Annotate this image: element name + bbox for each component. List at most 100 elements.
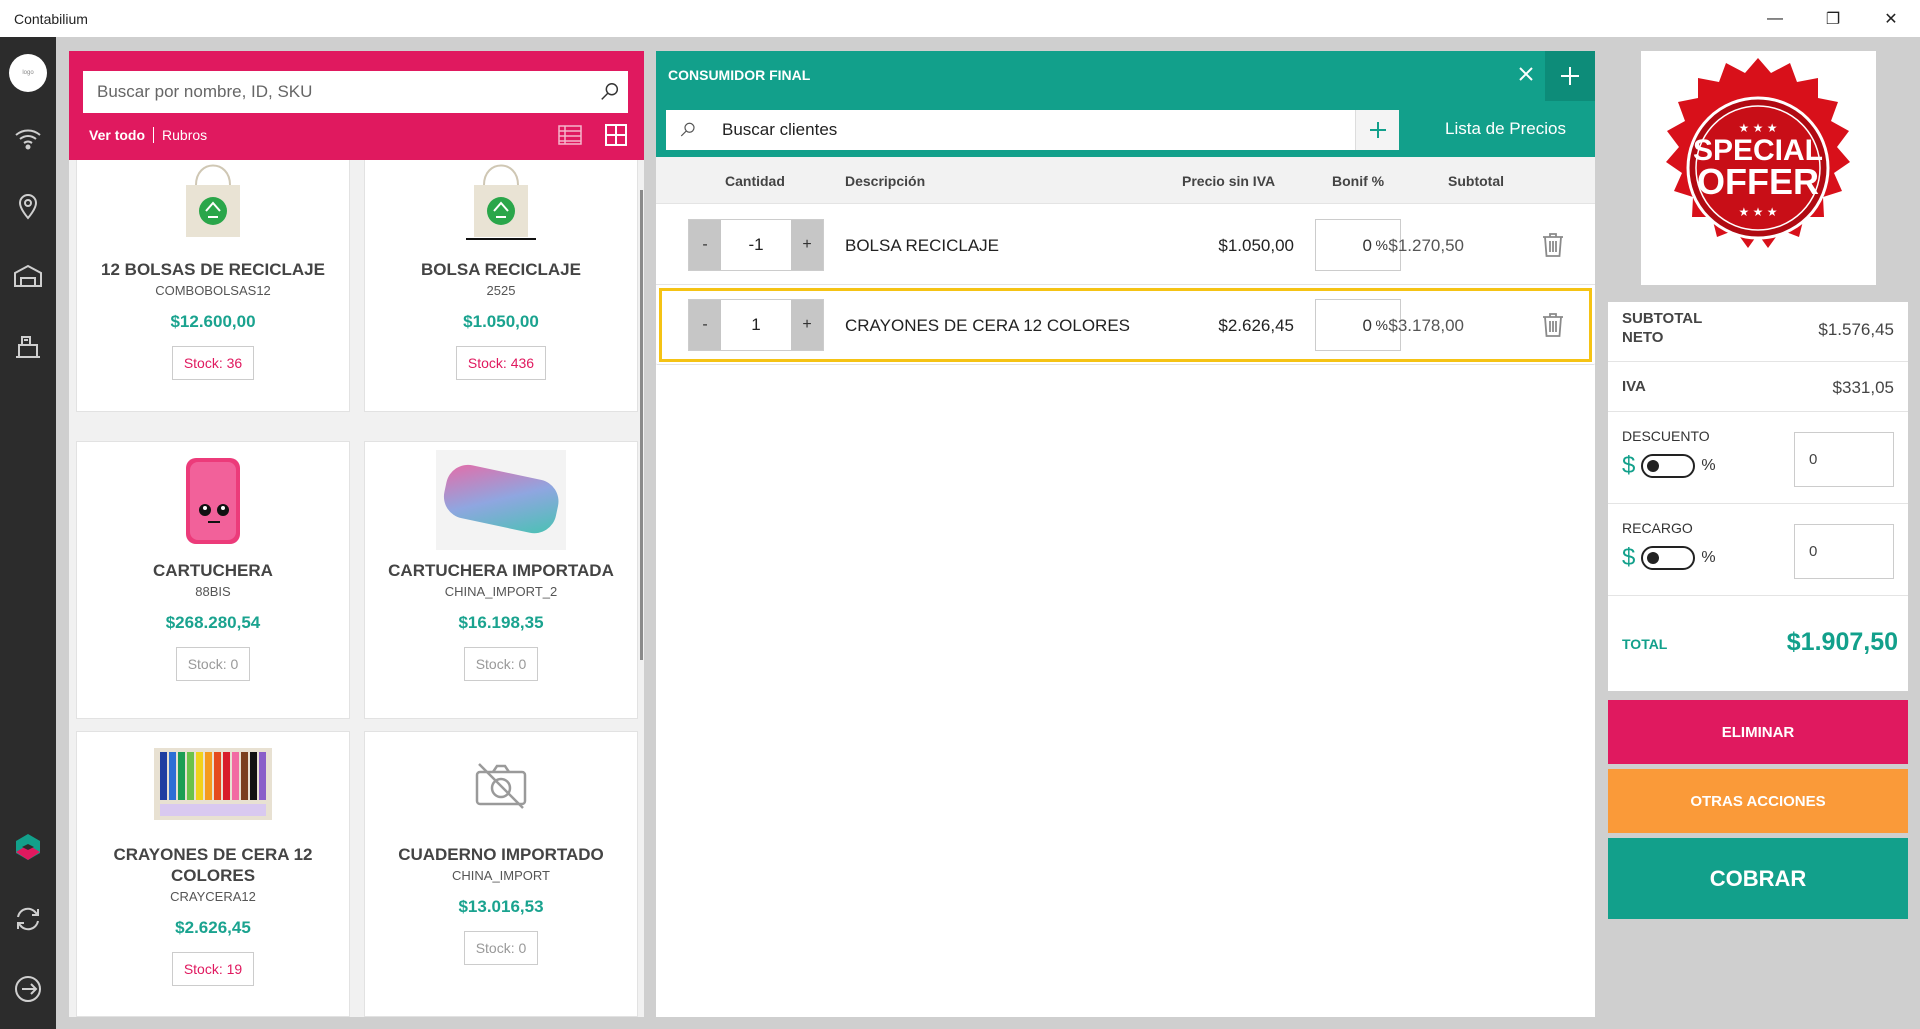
trash-icon[interactable] xyxy=(1541,312,1565,338)
discount-type-toggle[interactable]: $ % xyxy=(1622,452,1716,480)
minimize-button[interactable]: — xyxy=(1746,0,1804,37)
product-name: BOLSA RECICLAJE xyxy=(421,260,581,279)
trash-icon[interactable] xyxy=(1541,232,1565,258)
delete-sale-button[interactable]: ELIMINAR xyxy=(1608,700,1908,764)
product-card[interactable]: CARTUCHERA 88BIS $268.280,54 Stock: 0 xyxy=(76,441,350,719)
iva-row: IVA $331,05 xyxy=(1608,362,1908,412)
list-view-icon[interactable] xyxy=(558,123,582,152)
decrease-qty-button[interactable]: - xyxy=(689,220,721,270)
product-sku: CRAYCERA12 xyxy=(170,889,256,904)
global-discount-input[interactable]: 0 xyxy=(1794,432,1894,487)
order-table-header: Cantidad Descripción Precio sin IVA Boni… xyxy=(656,157,1595,204)
column-qty: Cantidad xyxy=(725,173,785,189)
client-search-input[interactable]: Buscar clientes xyxy=(666,110,1399,150)
avatar[interactable]: logo xyxy=(9,54,47,92)
left-rail: logo xyxy=(0,37,56,1029)
product-card[interactable]: CRAYONES DE CERA 12 COLORES CRAYCERA12 $… xyxy=(76,731,350,1017)
product-name: CARTUCHERA xyxy=(153,561,273,580)
totals-panel: SUBTOTAL NETO $1.576,45 IVA $331,05 DESC… xyxy=(1608,302,1908,691)
star-icon: ★ ★ ★ xyxy=(1739,121,1778,135)
order-header: CONSUMIDOR FINAL Buscar clientes Lista d… xyxy=(656,51,1595,157)
avatar-logo-text: logo xyxy=(22,70,34,76)
discount-switch[interactable] xyxy=(1641,454,1696,478)
clear-customer-button[interactable] xyxy=(1511,59,1541,89)
product-grid-scrollbar[interactable] xyxy=(640,190,643,660)
percent-symbol: % xyxy=(1701,549,1716,566)
total-value: $1.907,50 xyxy=(1786,628,1898,656)
product-card[interactable]: BOLSA RECICLAJE 2525 $1.050,00 Stock: 43… xyxy=(364,160,638,412)
other-actions-button[interactable]: OTRAS ACCIONES xyxy=(1608,769,1908,833)
surcharge-switch[interactable] xyxy=(1641,546,1696,570)
app-logo-icon xyxy=(12,831,44,863)
percent-symbol: % xyxy=(1375,237,1388,253)
product-card[interactable]: CARTUCHERA IMPORTADA CHINA_IMPORT_2 $16.… xyxy=(364,441,638,719)
product-price: $12.600,00 xyxy=(170,312,256,331)
item-description: BOLSA RECICLAJE xyxy=(845,236,1000,255)
add-customer-button[interactable] xyxy=(1545,51,1595,101)
search-icon xyxy=(666,121,710,139)
wifi-icon[interactable] xyxy=(12,123,44,155)
increase-qty-button[interactable]: + xyxy=(791,300,823,350)
product-name: CUADERNO IMPORTADO xyxy=(398,845,604,864)
price-list-button[interactable]: Lista de Precios xyxy=(1445,119,1566,139)
item-price: $2.626,45 xyxy=(1218,316,1294,335)
total-label: TOTAL xyxy=(1622,636,1668,652)
percent-symbol: % xyxy=(1701,457,1716,474)
product-stock: Stock: 36 xyxy=(171,346,255,380)
subtotal-label: SUBTOTAL NETO xyxy=(1622,310,1703,346)
product-grid: 12 BOLSAS DE RECICLAJE COMBOBOLSAS12 $12… xyxy=(69,160,644,1017)
star-icon: ★ ★ ★ xyxy=(1739,205,1778,219)
surcharge-row: RECARGO $ % 0 xyxy=(1608,504,1908,596)
increase-qty-button[interactable]: + xyxy=(791,220,823,270)
iva-value: $331,05 xyxy=(1832,378,1894,397)
product-stock: Stock: 436 xyxy=(455,346,547,380)
item-price: $1.050,00 xyxy=(1218,236,1294,255)
search-icon[interactable] xyxy=(592,74,628,110)
close-window-button[interactable]: ✕ xyxy=(1862,0,1920,37)
recycle-bag-image xyxy=(436,160,566,245)
product-card[interactable]: CUADERNO IMPORTADO CHINA_IMPORT $13.016,… xyxy=(364,731,638,1017)
product-search-input[interactable]: Buscar por nombre, ID, SKU xyxy=(83,71,628,113)
location-icon[interactable] xyxy=(12,189,44,221)
dollar-symbol: $ xyxy=(1622,452,1636,479)
quantity-stepper[interactable]: - -1 + xyxy=(688,219,824,271)
discount-value: 0 xyxy=(1362,236,1372,255)
maximize-button[interactable]: ❐ xyxy=(1804,0,1862,37)
product-sku: 2525 xyxy=(486,283,516,298)
client-search-placeholder: Buscar clientes xyxy=(722,120,838,139)
order-row-selected[interactable]: - 1 + CRAYONES DE CERA 12 COLORES $2.626… xyxy=(656,285,1595,365)
filter-categories-tab[interactable]: Rubros xyxy=(154,127,207,143)
product-price: $268.280,54 xyxy=(165,613,261,632)
window-title: Contabilium xyxy=(14,10,88,27)
product-sku: CHINA_IMPORT_2 xyxy=(444,584,558,599)
title-bar: Contabilium — ❐ ✕ xyxy=(0,0,1920,37)
quantity-value[interactable]: -1 xyxy=(721,220,791,270)
logout-icon[interactable] xyxy=(12,973,44,1005)
sync-icon[interactable] xyxy=(12,903,44,935)
product-sku: COMBOBOLSAS12 xyxy=(155,283,271,298)
add-client-button[interactable] xyxy=(1355,110,1399,150)
grid-view-icon[interactable] xyxy=(604,123,628,152)
register-icon[interactable] xyxy=(12,329,44,361)
discount-row: DESCUENTO $ % 0 xyxy=(1608,412,1908,504)
customer-name[interactable]: CONSUMIDOR FINAL xyxy=(668,67,810,83)
surcharge-type-toggle[interactable]: $ % xyxy=(1622,544,1716,572)
order-row[interactable]: - -1 + BOLSA RECICLAJE $1.050,00 0 % $1.… xyxy=(656,205,1595,285)
column-price: Precio sin IVA xyxy=(1182,173,1276,189)
product-name: CRAYONES DE CERA 12 COLORES xyxy=(113,845,313,885)
product-card[interactable]: 12 BOLSAS DE RECICLAJE COMBOBOLSAS12 $12… xyxy=(76,160,350,412)
filter-all-tab[interactable]: Ver todo xyxy=(89,127,155,143)
quantity-stepper[interactable]: - 1 + xyxy=(688,299,824,351)
surcharge-label: RECARGO xyxy=(1622,520,1693,536)
store-icon[interactable] xyxy=(12,259,44,291)
product-stock: Stock: 0 xyxy=(175,647,251,681)
product-stock: Stock: 19 xyxy=(171,952,255,986)
charge-button[interactable]: COBRAR xyxy=(1608,838,1908,919)
product-stock: Stock: 0 xyxy=(463,931,539,965)
crayons-box-image xyxy=(148,740,278,830)
product-price: $16.198,35 xyxy=(458,613,544,632)
surcharge-input[interactable]: 0 xyxy=(1794,524,1894,579)
decrease-qty-button[interactable]: - xyxy=(689,300,721,350)
no-image-icon xyxy=(436,740,566,830)
quantity-value[interactable]: 1 xyxy=(721,300,791,350)
